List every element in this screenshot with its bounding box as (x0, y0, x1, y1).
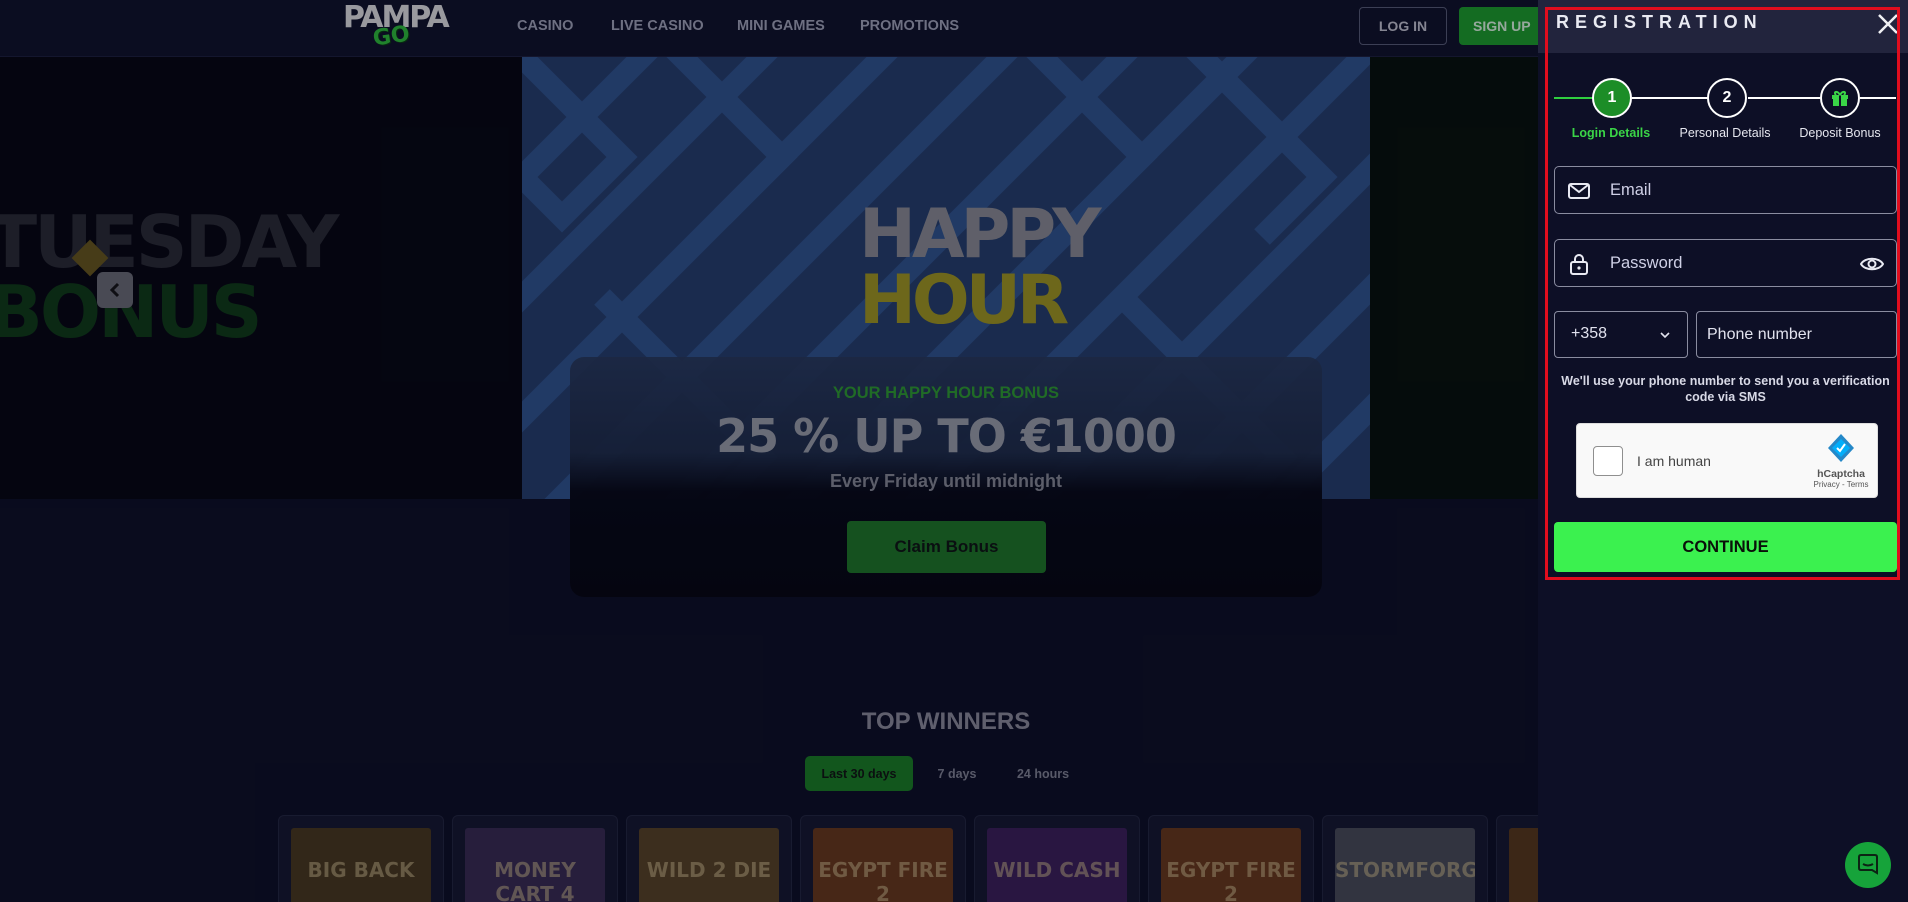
tab-7-days[interactable]: 7 days (921, 756, 993, 791)
promo-card: YOUR HAPPY HOUR BONUS 25 % UP TO €1000 E… (570, 357, 1322, 597)
password-field[interactable]: Password (1554, 239, 1897, 287)
game-thumbnail: WILD CASH (987, 828, 1127, 902)
tuesday-text: TUESDAY (0, 200, 339, 284)
promo-description: Every Friday until midnight (829, 471, 1063, 491)
country-code-value: +358 (1571, 325, 1608, 342)
winner-card[interactable]: MONEY CART 4 (452, 815, 618, 902)
password-placeholder: Password (1610, 254, 1683, 272)
game-thumbnail: BIG BACK (291, 828, 431, 902)
chat-launcher[interactable] (1845, 842, 1891, 888)
game-thumbnail: MONEY CART 4 (465, 828, 605, 902)
nav-casino[interactable]: CASINO (517, 18, 573, 34)
winner-card[interactable]: WILD 2 DIE (626, 815, 792, 902)
captcha-links[interactable]: Privacy - Terms (1811, 480, 1871, 489)
claim-bonus-button[interactable]: Claim Bonus (847, 521, 1046, 573)
winner-card[interactable]: EGYPT FIRE 2 (1148, 815, 1314, 902)
carousel-prev-button[interactable] (97, 272, 133, 308)
step-connector (1748, 97, 1820, 99)
country-code-select[interactable]: +358 (1554, 311, 1688, 358)
registration-header: REGISTRATION (1538, 0, 1908, 53)
hcaptcha-widget: I am human hCaptcha Privacy - Terms (1576, 423, 1878, 498)
chevron-left-icon (109, 282, 120, 298)
close-button[interactable] (1874, 10, 1902, 38)
winner-card[interactable]: WILD CASH (974, 815, 1140, 902)
logo-bottom: GO (371, 21, 412, 52)
phone-number-field[interactable]: Phone number (1696, 311, 1897, 358)
next-slide-preview[interactable] (1370, 57, 1538, 499)
hcaptcha-text: hCaptcha (1817, 468, 1865, 480)
mail-icon (1568, 183, 1590, 199)
promo-subtitle: YOUR HAPPY HOUR BONUS (832, 384, 1060, 402)
pampa-go-logo[interactable]: PAMPA GO (343, 2, 450, 52)
game-title: MONEY CART 4 (494, 858, 576, 902)
step-1-circle: 1 (1592, 78, 1632, 118)
hcaptcha-brand: hCaptcha Privacy - Terms (1811, 431, 1871, 497)
game-title: WILD CASH (993, 858, 1121, 882)
step-3-label: Deposit Bonus (1799, 126, 1881, 140)
tuesday-bonus-art: TUESDAY BONUS (0, 200, 339, 354)
happy-text: HAPPY (859, 195, 1101, 274)
step-2-label: Personal Details (1679, 126, 1771, 140)
hcaptcha-icon (1828, 434, 1854, 462)
hour-text: HOUR (859, 261, 1069, 340)
tuesday-bonus-slide[interactable]: TUESDAY BONUS (0, 57, 522, 499)
winners-cards: BIG BACK MONEY CART 4 WILD 2 DIE EGYPT F… (0, 815, 1538, 902)
nav-promotions[interactable]: PROMOTIONS (860, 18, 959, 34)
site-header: PAMPA GO CASINO LIVE CASINO MINI GAMES P… (0, 0, 1539, 57)
game-title: STORMFORGED (1335, 858, 1475, 882)
gift-icon (1832, 91, 1848, 106)
game-thumbnail: EGYPT FIRE 2 (813, 828, 953, 902)
lock-icon (1570, 254, 1588, 275)
bonus-text: BONUS (0, 270, 263, 354)
winner-card[interactable]: STORMFORGED (1322, 815, 1488, 902)
registration-title: REGISTRATION (1556, 12, 1763, 32)
nav-live-casino[interactable]: LIVE CASINO (611, 18, 704, 34)
tab-24-hours[interactable]: 24 hours (1003, 756, 1083, 791)
game-title: EGYPT FIRE 2 (1166, 858, 1296, 902)
promo-headline: 25 % UP TO €1000 (716, 409, 1177, 463)
step-3-circle (1820, 78, 1860, 118)
step-connector (1632, 97, 1708, 99)
game-thumbnail (1509, 828, 1538, 902)
email-field[interactable]: Email (1554, 166, 1897, 214)
step-connector (1554, 97, 1592, 99)
happy-hour-logo: HAPPY HOUR (859, 195, 1101, 340)
email-placeholder: Email (1610, 181, 1652, 199)
winner-card[interactable]: BIG BACK (278, 815, 444, 902)
step-connector (1860, 97, 1896, 99)
captcha-label: I am human (1637, 453, 1711, 469)
step-2-circle: 2 (1707, 78, 1747, 118)
game-thumbnail: EGYPT FIRE 2 (1161, 828, 1301, 902)
sms-verification-note: We'll use your phone number to send you … (1561, 374, 1890, 404)
chat-icon (1858, 854, 1878, 875)
close-icon (1878, 14, 1898, 34)
game-title: EGYPT FIRE 2 (818, 858, 948, 902)
game-title: BIG BACK (307, 858, 415, 882)
winner-card[interactable]: EGYPT FIRE 2 (800, 815, 966, 902)
game-title: WILD 2 DIE (646, 858, 772, 882)
game-thumbnail: STORMFORGED (1335, 828, 1475, 902)
chevron-down-icon (1660, 332, 1670, 339)
phone-placeholder: Phone number (1707, 326, 1812, 343)
login-button[interactable]: LOG IN (1359, 7, 1447, 45)
continue-button[interactable]: CONTINUE (1554, 522, 1897, 572)
captcha-checkbox[interactable] (1593, 446, 1623, 476)
eye-icon[interactable] (1860, 253, 1884, 275)
tab-last-30-days[interactable]: Last 30 days (805, 756, 913, 791)
nav-mini-games[interactable]: MINI GAMES (737, 18, 825, 34)
winner-card[interactable] (1496, 815, 1538, 902)
step-1-label: Login Details (1571, 126, 1651, 140)
game-thumbnail: WILD 2 DIE (639, 828, 779, 902)
signup-button[interactable]: SIGN UP (1459, 7, 1539, 45)
